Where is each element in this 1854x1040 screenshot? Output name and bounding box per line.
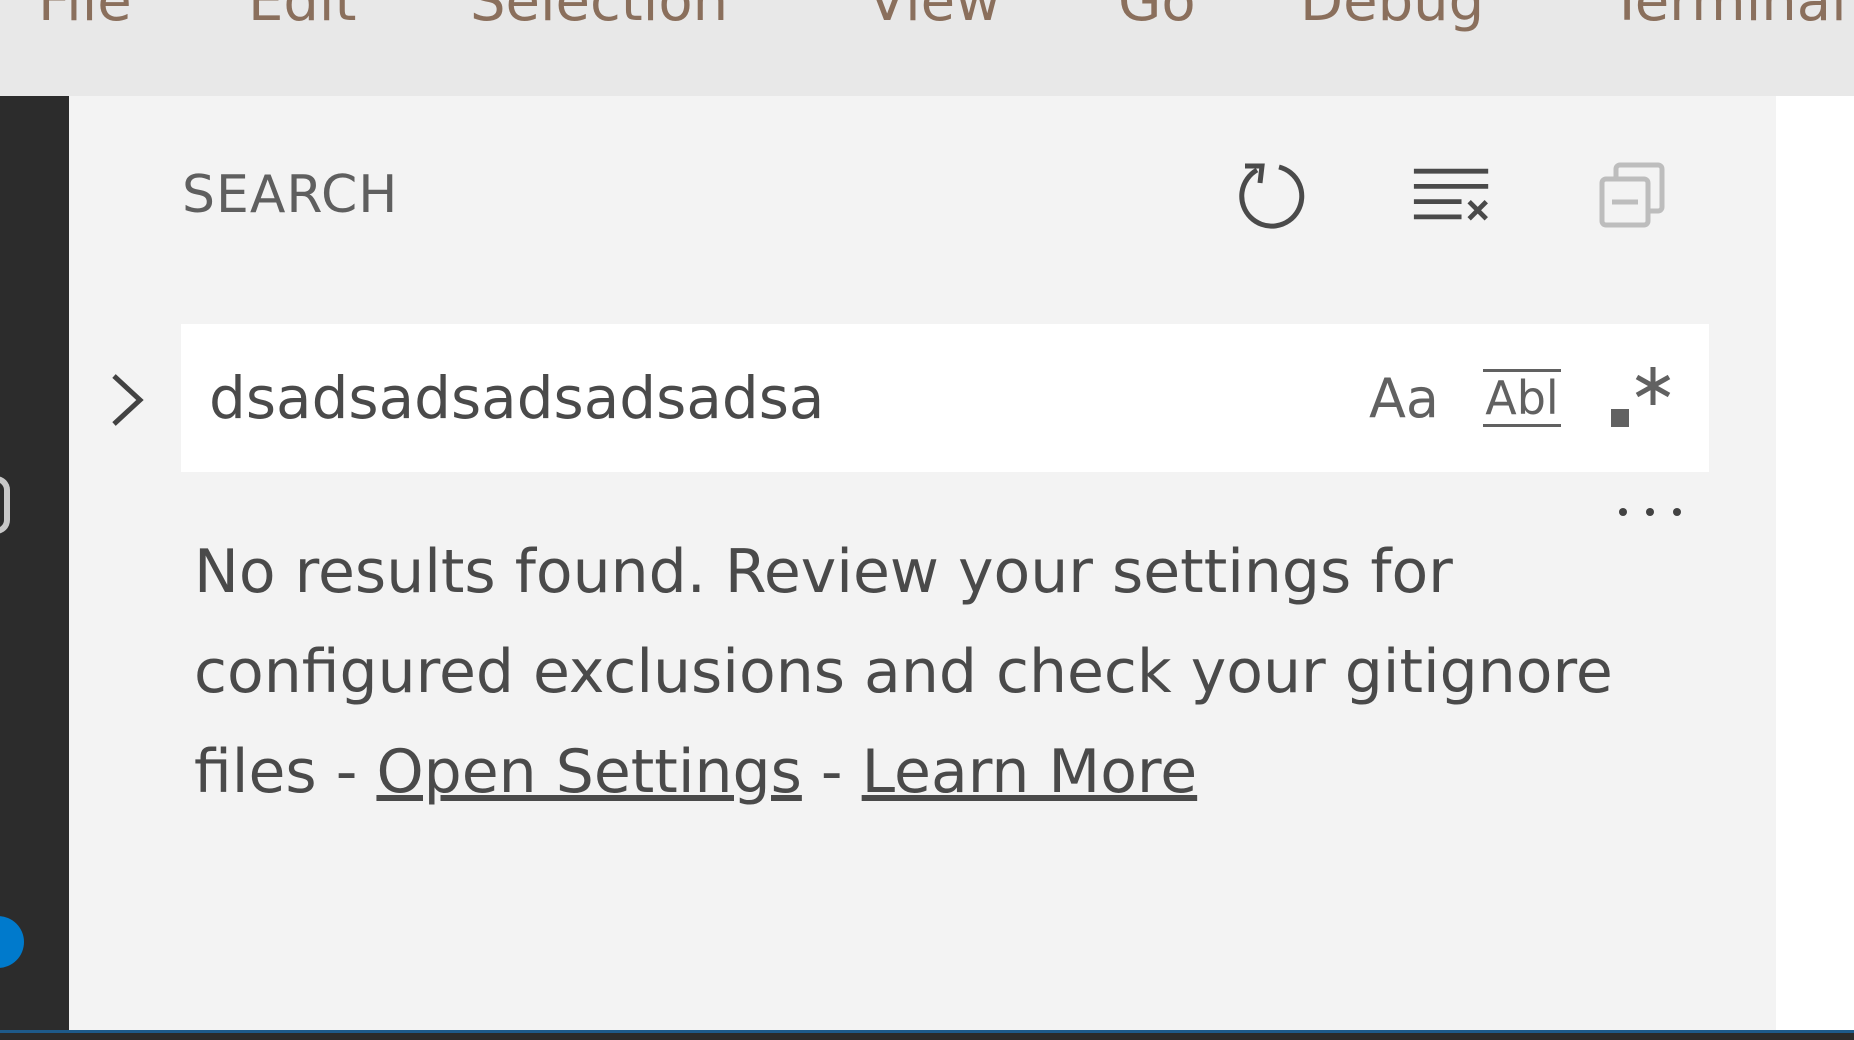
activity-badge[interactable] [0, 916, 24, 968]
menu-terminal[interactable]: Terminal [1610, 0, 1847, 38]
no-results-message: No results found. Review your settings f… [194, 522, 1654, 822]
toggle-replace-button[interactable] [96, 360, 156, 440]
regex-toggle[interactable] [1595, 350, 1685, 446]
pane-title: SEARCH [182, 165, 399, 225]
menu-debug[interactable]: Debug [1300, 0, 1484, 38]
chevron-right-icon [112, 374, 144, 426]
ellipsis-icon [1619, 508, 1681, 516]
activity-icon-partial[interactable] [0, 476, 10, 534]
menu-file[interactable]: File [38, 0, 132, 38]
activity-bar [0, 96, 69, 1030]
menu-bar: File Edit Selection View Go Debug Termin… [0, 0, 1854, 96]
collapse-all-button[interactable] [1592, 150, 1672, 240]
whole-word-toggle[interactable]: Abl [1479, 350, 1565, 446]
regex-icon [1611, 367, 1671, 427]
message-separator: - [801, 737, 862, 807]
whole-word-label: Abl [1483, 369, 1561, 427]
open-settings-link[interactable]: Open Settings [376, 737, 801, 807]
status-bar-accent [0, 1030, 1854, 1033]
search-input[interactable] [209, 348, 1309, 448]
menu-edit[interactable]: Edit [248, 0, 356, 38]
learn-more-link[interactable]: Learn More [862, 737, 1198, 807]
collapse-all-icon [1599, 162, 1665, 228]
menu-go[interactable]: Go [1118, 0, 1196, 38]
match-case-toggle[interactable]: Aa [1359, 350, 1449, 446]
editor-area [1776, 96, 1854, 1030]
menu-selection[interactable]: Selection [470, 0, 728, 38]
refresh-button[interactable] [1232, 150, 1312, 240]
search-box: Aa Abl [181, 324, 1709, 472]
refresh-icon [1239, 163, 1305, 229]
clear-results-button[interactable] [1412, 150, 1492, 240]
clear-results-icon [1413, 168, 1489, 221]
menu-view[interactable]: View [868, 0, 1001, 38]
